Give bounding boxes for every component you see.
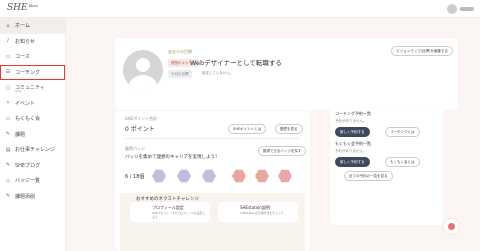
sidebar-item-course[interactable]: ▭ コース: [0, 49, 65, 65]
coaching-icon: ☰: [5, 69, 11, 76]
sidebar-item-assignment[interactable]: ✎ 課題: [0, 127, 65, 143]
top-bar: SHElikes: [0, 0, 480, 18]
sidebar: ⌂ ホーム ♪ お知らせ ▭ コース ☰ コーチング ▢ コミュニティ Slack ✧ イベン…: [0, 18, 66, 251]
sidebar-item-mokumoku[interactable]: ▭ もくもく会: [0, 111, 65, 127]
profile-avatar: [123, 50, 163, 90]
sidebar-item-community[interactable]: ▢ コミュニティ Slack: [0, 80, 65, 96]
hex-badge-figma-icon[interactable]: [232, 169, 246, 183]
new-coaching-button[interactable]: 新しく予約する: [335, 127, 370, 137]
sidebar-item-label: コース: [15, 54, 30, 61]
sidebar-item-label: イベント: [15, 100, 36, 107]
next-card-text: SHEstationの活用方法をチェック: [240, 211, 284, 215]
user-avatar-icon[interactable]: [447, 4, 457, 14]
mokumoku-about-button[interactable]: もくもく会とは: [385, 157, 420, 167]
bell-icon: ♪: [6, 38, 10, 45]
badges-label: 獲得バッジ: [125, 146, 145, 151]
points-label: SHEポイント合計: [125, 116, 158, 121]
clipboard-icon: ▤: [5, 146, 11, 153]
chat-support-button[interactable]: [444, 219, 459, 234]
sidebar-item-work-challenge[interactable]: ▤ お仕事チャレンジ: [0, 142, 65, 158]
next-card-station[interactable]: SHEstation説明 SHEstationの活用方法をチェック: [218, 202, 298, 222]
next-card-text: SHEプロフィールのプロフィールを設定しよう: [152, 211, 206, 219]
hex-badge-pink-1-icon[interactable]: [255, 169, 269, 183]
blog-icon: ✎: [5, 162, 11, 169]
mokumoku-empty-text: 予約がありません。: [335, 149, 367, 153]
sidebar-item-coaching[interactable]: ☰ コーチング: [0, 64, 65, 80]
sidebar-item-blog[interactable]: ✎ SHEブログ: [0, 158, 65, 174]
sidebar-item-label: お仕事チャレンジ: [15, 147, 55, 154]
user-menu[interactable]: [447, 4, 474, 14]
chat-icon: ▢: [5, 84, 11, 91]
edit-vision-button[interactable]: ビジョンマップ(目標)を編集する: [391, 46, 453, 56]
sparkle-icon: ✧: [5, 100, 11, 107]
divider: [125, 138, 300, 139]
hex-badge-js-icon[interactable]: [202, 169, 216, 183]
goal-card: あなたの目標 理想のキャリア Webデザイナーとして転職する 今月の目標 設定し…: [115, 38, 458, 110]
hex-badge-html-icon[interactable]: [152, 169, 166, 183]
next-card-profile[interactable]: プロフィール設定 SHEプロフィールのプロフィールを設定しよう: [130, 202, 210, 222]
hex-badge-pink-2-icon[interactable]: [278, 169, 292, 183]
monthly-goal-badge: 今月の目標: [168, 70, 192, 78]
sidebar-item-label: もくもく会: [15, 116, 41, 123]
username-placeholder: [460, 7, 474, 11]
points-card: SHEポイント合計 0 ポイント SHEポイントとは 履歴を見る 獲得バッジ バ…: [115, 111, 310, 251]
home-icon: ⌂: [6, 22, 10, 29]
pencil-icon: ✎: [5, 131, 11, 138]
goal-section-label: あなたの目標: [168, 49, 192, 54]
next-challenge-box: おすすめのネクストチャレンジ プロフィール設定 SHEプロフィールのプロフィール…: [120, 193, 305, 251]
mokumoku-reservations-title: もくもく会予約一覧: [335, 141, 371, 146]
sidebar-item-label: SHEブログ: [15, 162, 41, 169]
sidebar-item-news[interactable]: ♪ お知らせ: [0, 34, 65, 50]
monthly-goal-text: 設定していません。: [202, 71, 234, 75]
find-badges-button[interactable]: 獲得できるバッジを探す: [258, 146, 307, 156]
points-value: 0 ポイント: [125, 126, 155, 133]
sidebar-item-label: 課題: [15, 131, 26, 138]
sidebar-item-label: お知らせ: [15, 38, 35, 45]
app-logo[interactable]: SHElikes: [7, 3, 38, 13]
points-about-button[interactable]: SHEポイントとは: [228, 124, 267, 134]
reservation-card: コーチング予約一覧 予約がありません。 新しく予約する コーチングとは もくもく…: [330, 105, 443, 225]
logo-suffix: likes: [28, 3, 38, 8]
sidebar-item-review[interactable]: ✎ 課題添削: [0, 189, 65, 205]
coaching-empty-text: 予約がありません。: [335, 119, 367, 123]
logo-text: SHE: [7, 3, 28, 13]
coaching-about-button[interactable]: コーチングとは: [385, 127, 420, 137]
coaching-reservations-title: コーチング予約一覧: [335, 111, 371, 116]
main-content: あなたの目標 理想のキャリア Webデザイナーとして転職する 今月の目標 設定し…: [66, 18, 480, 251]
badges-headline: バッジを集めて理想のキャリアを実現しよう！: [125, 155, 220, 160]
sidebar-item-badges[interactable]: ◇ バッジ一覧: [0, 173, 65, 189]
sidebar-item-label: バッジ一覧: [15, 178, 41, 185]
sidebar-item-sublabel: Slack: [15, 90, 22, 93]
laptop-icon: ▭: [5, 115, 11, 122]
sidebar-item-home[interactable]: ⌂ ホーム: [0, 18, 65, 34]
points-history-button[interactable]: 履歴を見る: [275, 124, 303, 134]
hex-badge-css-icon[interactable]: [177, 169, 191, 183]
sidebar-item-event[interactable]: ✧ イベント: [0, 96, 65, 112]
chat-bubble-icon: [448, 223, 455, 230]
sidebar-item-label: ホーム: [15, 23, 30, 30]
book-icon: ▭: [5, 53, 11, 60]
sidebar-item-label: コーチング: [15, 69, 41, 76]
goal-text: Webデザイナーとして転職する: [190, 59, 282, 67]
new-mokumoku-button[interactable]: 新しく予約する: [335, 157, 370, 167]
check-icon: ✎: [5, 193, 11, 200]
sidebar-item-label: 課題添削: [15, 193, 36, 200]
badge-icon: ◇: [6, 177, 10, 184]
badges-count: 6 / 18個: [125, 174, 145, 180]
all-reservations-button[interactable]: 全ての予約の一覧を見る: [344, 171, 393, 181]
